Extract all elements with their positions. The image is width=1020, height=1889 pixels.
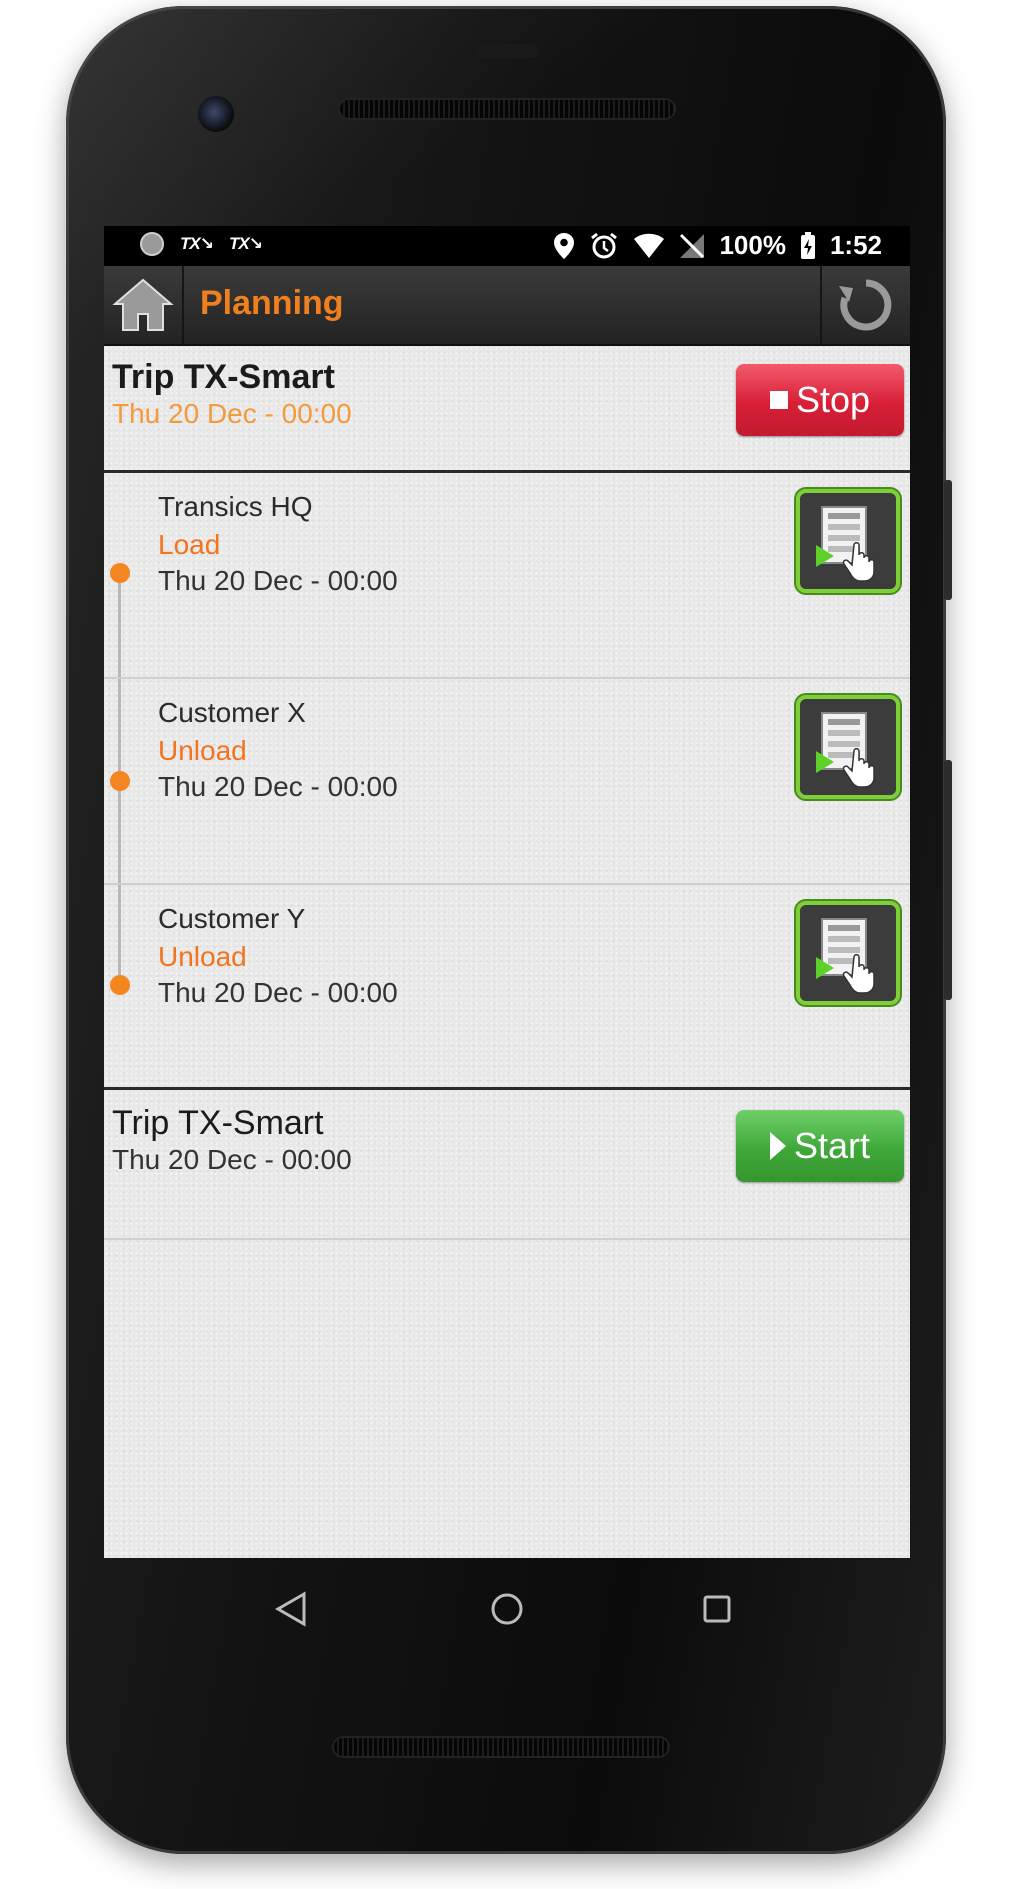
front-camera — [198, 96, 234, 132]
recents-button[interactable] — [692, 1584, 742, 1634]
phone-screen: TX↘ TX↘ 100% 1:52 Planning Trip TX-Smart… — [104, 226, 910, 1558]
stop-date: Thu 20 Dec - 00:00 — [158, 977, 398, 1008]
list-item[interactable]: Transics HQ Load Thu 20 Dec - 00:00 — [104, 473, 910, 677]
tx-icon: TX↘ — [180, 234, 214, 253]
home-circle-icon — [491, 1593, 523, 1625]
stop-button-label: Stop — [795, 379, 871, 420]
timeline-dot — [110, 563, 130, 583]
stop-date: Thu 20 Dec - 00:00 — [158, 771, 398, 802]
stop-name: Transics HQ — [158, 491, 313, 522]
task-button[interactable] — [796, 489, 900, 593]
stop-action: Unload — [158, 941, 247, 972]
list-item[interactable]: Customer X Unload Thu 20 Dec - 00:00 — [104, 679, 910, 883]
back-icon — [274, 1591, 306, 1627]
recents-icon — [703, 1595, 731, 1623]
play-icon — [769, 1132, 786, 1160]
stop-name: Customer X — [158, 697, 306, 728]
timeline-line — [118, 885, 121, 985]
home-nav-button[interactable] — [482, 1584, 532, 1634]
clock: 1:52 — [829, 230, 882, 260]
stop-action: Unload — [158, 735, 247, 766]
no-signal-icon — [680, 233, 705, 258]
trip-date: Thu 20 Dec - 00:00 — [112, 1144, 352, 1175]
task-list-icon — [816, 918, 875, 994]
power-button — [944, 480, 952, 600]
tx-icon: TX↘ — [228, 234, 263, 253]
stop-date: Thu 20 Dec - 00:00 — [158, 565, 398, 596]
battery-charging-icon — [800, 231, 815, 259]
trip-header[interactable]: Trip TX-Smart Thu 20 Dec - 00:00 Stop — [104, 346, 910, 470]
navigation-bar — [104, 1558, 910, 1658]
stop-name: Customer Y — [158, 903, 306, 934]
stop-action: Load — [158, 529, 221, 560]
trip-title: Trip TX-Smart — [112, 358, 335, 396]
back-button[interactable] — [266, 1584, 316, 1634]
status-bar: TX↘ TX↘ 100% 1:52 — [104, 226, 910, 266]
earpiece-speaker — [340, 100, 674, 118]
location-icon — [554, 232, 575, 259]
home-icon — [112, 278, 174, 331]
page-title: Planning — [200, 284, 344, 322]
row-divider — [104, 1238, 910, 1240]
planning-list: Trip TX-Smart Thu 20 Dec - 00:00 Stop Tr… — [104, 346, 910, 1558]
task-button[interactable] — [796, 695, 900, 799]
list-item[interactable]: Customer Y Unload Thu 20 Dec - 00:00 — [104, 885, 910, 1087]
task-list-icon — [816, 712, 875, 788]
app-bar: Planning — [104, 266, 910, 346]
wifi-icon — [634, 233, 665, 258]
stop-button[interactable]: Stop — [736, 364, 904, 436]
timeline-dot — [110, 975, 130, 995]
trip-title: Trip TX-Smart — [112, 1104, 324, 1142]
timeline-dot — [110, 771, 130, 791]
task-list-icon — [816, 506, 875, 582]
alarm-icon — [591, 232, 618, 258]
battery-percent: 100% — [719, 230, 786, 260]
volume-button — [944, 760, 952, 1000]
start-button-label: Start — [793, 1125, 871, 1166]
circle-icon — [140, 232, 164, 256]
timeline-line — [118, 579, 121, 677]
bottom-speaker — [334, 1738, 668, 1756]
refresh-icon — [839, 279, 892, 331]
trip-date: Thu 20 Dec - 00:00 — [112, 398, 352, 429]
stop-icon — [769, 391, 788, 409]
trip-header[interactable]: Trip TX-Smart Thu 20 Dec - 00:00 Start — [104, 1090, 910, 1238]
start-button[interactable]: Start — [736, 1110, 904, 1182]
proximity-sensor — [478, 44, 538, 58]
refresh-button[interactable] — [820, 266, 910, 344]
task-button[interactable] — [796, 901, 900, 1005]
home-button[interactable] — [104, 266, 184, 344]
